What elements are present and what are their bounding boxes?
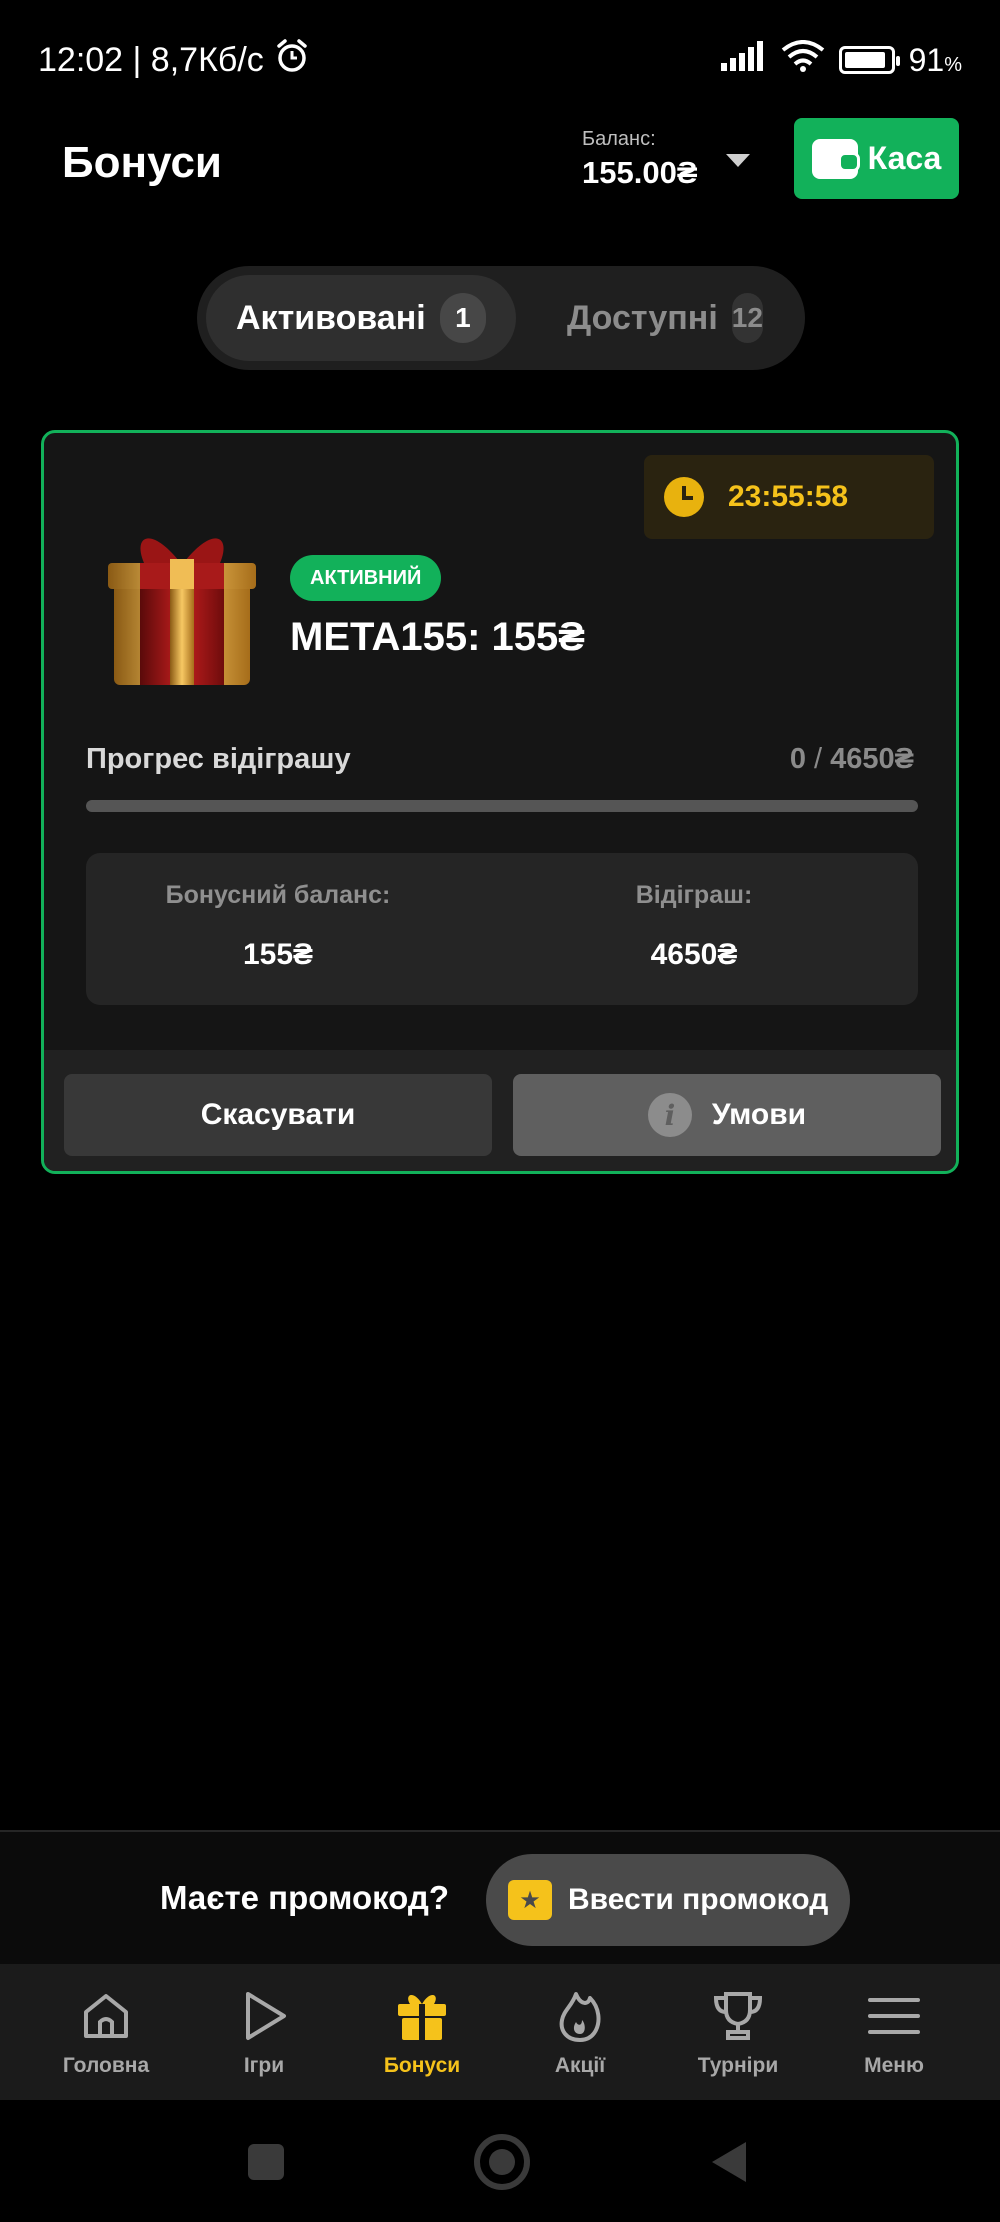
- bottom-nav: Головна Ігри Бонуси Акції Турніри Меню: [0, 1964, 1000, 2100]
- promo-question: Маєте промокод?: [160, 1879, 450, 1916]
- nav-item-promotions[interactable]: Акції: [501, 1964, 659, 2100]
- tab-count-badge: 1: [439, 293, 486, 343]
- home-circle-icon[interactable]: [474, 2134, 530, 2190]
- tab-label: Активовані: [236, 298, 426, 337]
- terms-button[interactable]: i Умови: [513, 1074, 941, 1156]
- progress-target: 4650₴: [830, 743, 914, 775]
- cancel-button[interactable]: Скасувати: [64, 1074, 492, 1156]
- nav-label: Бонуси: [383, 2054, 461, 2077]
- timer-value: 23:55:58: [728, 480, 849, 513]
- gift-icon: [392, 1986, 452, 2046]
- nav-label: Турніри: [697, 2054, 779, 2077]
- nav-item-games[interactable]: Ігри: [185, 1964, 343, 2100]
- menu-icon: [864, 1986, 924, 2046]
- status-time-network: 12:02 | 8,7Кб/с: [38, 41, 264, 79]
- stat-label: Відіграш:: [635, 881, 753, 909]
- ticket-icon: ★: [508, 1880, 552, 1920]
- clock-icon: [664, 477, 704, 517]
- chevron-down-icon[interactable]: [726, 154, 750, 167]
- nav-label: Головна: [62, 2054, 150, 2077]
- cashier-label: Каса: [867, 140, 942, 176]
- enter-promo-button[interactable]: ★ Ввести промокод: [486, 1854, 850, 1946]
- wifi-icon: [781, 40, 825, 80]
- status-bar: 12:02 | 8,7Кб/с 91%: [0, 0, 1000, 118]
- wager-stat: Відіграш: 4650₴: [486, 881, 902, 972]
- nav-item-tournaments[interactable]: Турніри: [659, 1964, 817, 2100]
- tab-available[interactable]: Доступні 12: [537, 275, 787, 361]
- system-nav-bar: [0, 2100, 1000, 2222]
- balance-label: Баланс:: [582, 128, 656, 150]
- nav-item-bonuses[interactable]: Бонуси: [343, 1964, 501, 2100]
- bonus-tabs: Активовані 1 Доступні 12: [197, 266, 805, 370]
- battery-fill: [844, 52, 885, 68]
- cashier-button[interactable]: Каса: [794, 118, 959, 199]
- progress-current: 0: [789, 743, 806, 775]
- tab-count-badge: 12: [731, 293, 763, 343]
- stat-value: 4650₴: [650, 938, 738, 971]
- bonus-timer: 23:55:58: [644, 455, 934, 539]
- bonus-stats: Бонусний баланс: 155₴ Відіграш: 4650₴: [86, 853, 918, 1005]
- progress-bar: [86, 800, 918, 812]
- bonus-card: 23:55:58 АКТИВНИЙ META155: 155₴ Прогрес …: [41, 430, 959, 1174]
- balance-selector[interactable]: Баланс: 155.00₴: [582, 128, 698, 191]
- bonus-name: META155: 155₴: [290, 615, 585, 659]
- progress-label: Прогрес відіграшу: [86, 743, 351, 775]
- nav-item-home[interactable]: Головна: [27, 1964, 185, 2100]
- nav-item-menu[interactable]: Меню: [815, 1964, 973, 2100]
- progress-values: 0 / 4650₴: [789, 743, 914, 775]
- balance-value: 155.00₴: [582, 155, 698, 190]
- alarm-icon: [274, 38, 310, 83]
- nav-label: Меню: [864, 2054, 924, 2077]
- recents-icon[interactable]: [248, 2144, 284, 2180]
- nav-label: Ігри: [243, 2054, 285, 2077]
- trophy-icon: [708, 1986, 768, 2046]
- bonus-balance-stat: Бонусний баланс: 155₴: [70, 881, 486, 972]
- promo-button-label: Ввести промокод: [568, 1883, 829, 1916]
- info-icon: i: [647, 1093, 692, 1137]
- promo-bar: Маєте промокод? ★ Ввести промокод: [0, 1830, 1000, 1964]
- flame-icon: [550, 1986, 610, 2046]
- home-icon: [76, 1986, 136, 2046]
- battery-percent: 91%: [908, 41, 962, 78]
- tab-label: Доступні: [567, 298, 718, 337]
- signal-icon: [720, 41, 767, 79]
- stat-value: 155₴: [242, 938, 314, 971]
- stat-label: Бонусний баланс:: [165, 881, 391, 909]
- terms-label: Умови: [711, 1098, 807, 1131]
- page-title: Бонуси: [62, 138, 222, 187]
- battery-icon: [838, 46, 900, 74]
- status-right: 91%: [720, 40, 962, 80]
- gift-image: [92, 515, 272, 695]
- back-icon[interactable]: [712, 2142, 746, 2182]
- header: Бонуси Баланс: 155.00₴ Каса: [0, 118, 1000, 238]
- card-actions: Скасувати i Умови: [44, 1050, 956, 1171]
- play-icon: [234, 1986, 294, 2046]
- wallet-icon: [811, 138, 860, 179]
- status-left: 12:02 | 8,7Кб/с: [38, 38, 310, 83]
- status-badge: АКТИВНИЙ: [290, 555, 442, 601]
- tab-activated[interactable]: Активовані 1: [206, 275, 516, 361]
- nav-label: Акції: [554, 2054, 606, 2077]
